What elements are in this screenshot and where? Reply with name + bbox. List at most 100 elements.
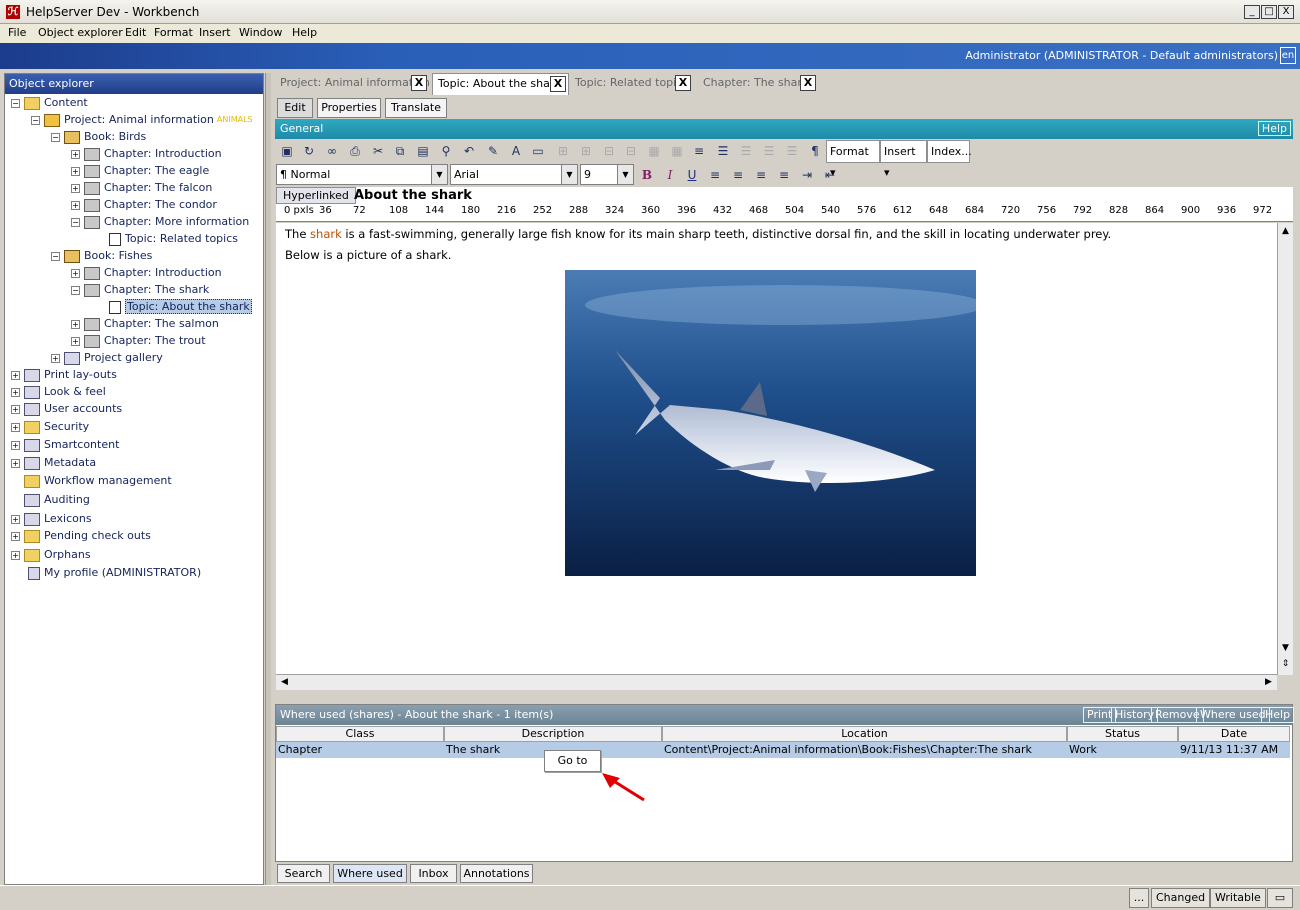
- scroll-up-icon[interactable]: ▲: [1278, 224, 1293, 239]
- scroll-left-icon[interactable]: ◀: [277, 675, 292, 690]
- style-select[interactable]: ¶ Normal ▼: [276, 164, 448, 185]
- help-button[interactable]: Help: [1261, 707, 1295, 723]
- scroll-down-icon[interactable]: ▼: [1278, 641, 1293, 656]
- expand-icon[interactable]: +: [11, 458, 20, 468]
- insert-dropdown[interactable]: Insert ▾: [880, 140, 927, 179]
- table-row[interactable]: Chapter The shark Content\Project:Animal…: [276, 742, 1290, 758]
- topic-heading[interactable]: About the shark: [354, 187, 472, 204]
- tree-item-pending[interactable]: + Pending check outs: [11, 528, 151, 545]
- tab-translate[interactable]: Translate: [385, 98, 447, 118]
- tree-item-metadata[interactable]: + Metadata: [11, 455, 96, 472]
- insert-column-icon[interactable]: ⊞: [552, 140, 574, 162]
- tab-inbox[interactable]: Inbox: [410, 864, 457, 883]
- window-size-icon[interactable]: ▭: [1267, 888, 1293, 908]
- expand-icon[interactable]: +: [11, 422, 20, 432]
- collapse-icon[interactable]: −: [31, 115, 40, 125]
- format-dropdown[interactable]: Format ▾: [826, 140, 880, 179]
- tab-annotations[interactable]: Annotations: [460, 864, 533, 883]
- close-tab-icon[interactable]: X: [411, 75, 427, 91]
- expand-icon[interactable]: +: [11, 440, 20, 450]
- close-tab-icon[interactable]: X: [800, 75, 816, 91]
- language-button[interactable]: en: [1280, 47, 1296, 64]
- bold-button[interactable]: B: [636, 164, 658, 186]
- expand-icon[interactable]: +: [71, 336, 80, 346]
- general-help-button[interactable]: Help: [1257, 121, 1291, 136]
- collapse-icon[interactable]: −: [11, 98, 20, 108]
- doc-tab-related-topics[interactable]: Topic: Related topics X: [570, 73, 697, 95]
- expand-icon[interactable]: +: [71, 183, 80, 193]
- where-used-button[interactable]: Where used: [1196, 707, 1270, 723]
- tree-item-workflow[interactable]: Workflow management: [24, 473, 172, 490]
- menu-object-explorer[interactable]: Object explorer: [38, 26, 123, 39]
- menu-file[interactable]: File: [8, 26, 26, 39]
- doc-tab-topic-shark[interactable]: Topic: About the shark X: [432, 73, 569, 95]
- collapse-icon[interactable]: −: [51, 132, 60, 142]
- tree-item-my-profile[interactable]: My profile (ADMINISTRATOR): [28, 565, 201, 582]
- expand-icon[interactable]: +: [71, 149, 80, 159]
- insert-row-icon[interactable]: ⊞: [575, 140, 597, 162]
- tree-item-security[interactable]: + Security: [11, 419, 89, 436]
- tree-item-smartcontent[interactable]: + Smartcontent: [11, 437, 119, 454]
- scroll-right-icon[interactable]: ▶: [1261, 675, 1276, 690]
- numbered-list-icon[interactable]: ≡: [688, 140, 710, 162]
- column-status[interactable]: Status: [1067, 726, 1178, 742]
- delete-column-icon[interactable]: ⊟: [598, 140, 620, 162]
- text-color-icon[interactable]: A: [505, 140, 527, 162]
- list-style-icon[interactable]: ☰: [781, 140, 803, 162]
- tree-item-chapter[interactable]: + Chapter: The falcon: [71, 180, 212, 197]
- table-icon[interactable]: ▭: [527, 140, 549, 162]
- index-button[interactable]: Index...: [927, 140, 972, 163]
- maximize-button[interactable]: □: [1261, 5, 1277, 19]
- editor-horizontal-scrollbar[interactable]: ◀ ▶: [276, 674, 1277, 690]
- copy-icon[interactable]: ⧉: [389, 140, 411, 162]
- tree-item-topic[interactable]: Topic: Related topics: [109, 231, 238, 248]
- print-icon[interactable]: ⎙: [344, 140, 366, 162]
- expand-icon[interactable]: +: [71, 200, 80, 210]
- column-description[interactable]: Description: [444, 726, 662, 742]
- merge-cells-icon[interactable]: ▦: [643, 140, 665, 162]
- highlight-icon[interactable]: ✎: [482, 140, 504, 162]
- context-menu-go-to[interactable]: Go to: [544, 750, 601, 772]
- tree-item-book[interactable]: − Book: Fishes: [51, 248, 152, 265]
- menu-insert[interactable]: Insert: [199, 26, 231, 39]
- tree-item-chapter[interactable]: + Chapter: Introduction: [71, 146, 222, 163]
- font-select[interactable]: Arial ▼: [450, 164, 578, 185]
- doc-tab-chapter-shark[interactable]: Chapter: The shark X: [698, 73, 820, 95]
- cut-icon[interactable]: ✂: [367, 140, 389, 162]
- tab-edit[interactable]: Edit: [277, 98, 313, 118]
- tree-item-topic-selected[interactable]: Topic: About the shark: [109, 299, 252, 316]
- column-location[interactable]: Location: [662, 726, 1067, 742]
- menu-edit[interactable]: Edit: [125, 26, 146, 39]
- expand-icon[interactable]: +: [11, 531, 20, 541]
- tree-item-book[interactable]: − Book: Birds: [51, 129, 146, 146]
- shark-image[interactable]: [565, 270, 976, 576]
- hyperlink-shark[interactable]: shark: [310, 227, 342, 241]
- indent-icon[interactable]: ⇥: [796, 164, 818, 186]
- tree-item-print-layouts[interactable]: + Print lay-outs: [11, 367, 117, 384]
- close-tab-icon[interactable]: X: [675, 75, 691, 91]
- tree-item-lexicons[interactable]: + Lexicons: [11, 511, 92, 528]
- tree-item-chapter[interactable]: − Chapter: More information: [71, 214, 249, 231]
- collapse-icon[interactable]: −: [71, 285, 80, 295]
- tree-item-chapter[interactable]: + Chapter: The eagle: [71, 163, 209, 180]
- preview-icon[interactable]: ∞: [321, 140, 343, 162]
- align-center-icon[interactable]: ≡: [727, 164, 749, 186]
- collapse-icon[interactable]: −: [71, 217, 80, 227]
- split-cells-icon[interactable]: ▦: [666, 140, 688, 162]
- tree-item-chapter[interactable]: + Chapter: The condor: [71, 197, 217, 214]
- tree-item-auditing[interactable]: Auditing: [24, 492, 90, 509]
- align-left-icon[interactable]: ≡: [704, 164, 726, 186]
- page-nav-icon[interactable]: ⇕: [1278, 657, 1293, 672]
- expand-icon[interactable]: +: [71, 319, 80, 329]
- undo-icon[interactable]: ↶: [458, 140, 480, 162]
- tree-item-gallery[interactable]: + Project gallery: [51, 350, 163, 367]
- expand-icon[interactable]: +: [11, 550, 20, 560]
- align-right-icon[interactable]: ≡: [750, 164, 772, 186]
- outdent-icon[interactable]: ⇤: [819, 164, 841, 186]
- tree-item-orphans[interactable]: + Orphans: [11, 547, 91, 564]
- menu-help[interactable]: Help: [292, 26, 317, 39]
- refresh-icon[interactable]: ↻: [298, 140, 320, 162]
- doc-tab-project[interactable]: Project: Animal information X: [275, 73, 431, 95]
- paste-icon[interactable]: ▤: [412, 140, 434, 162]
- tree-item-chapter[interactable]: + Chapter: Introduction: [71, 265, 222, 282]
